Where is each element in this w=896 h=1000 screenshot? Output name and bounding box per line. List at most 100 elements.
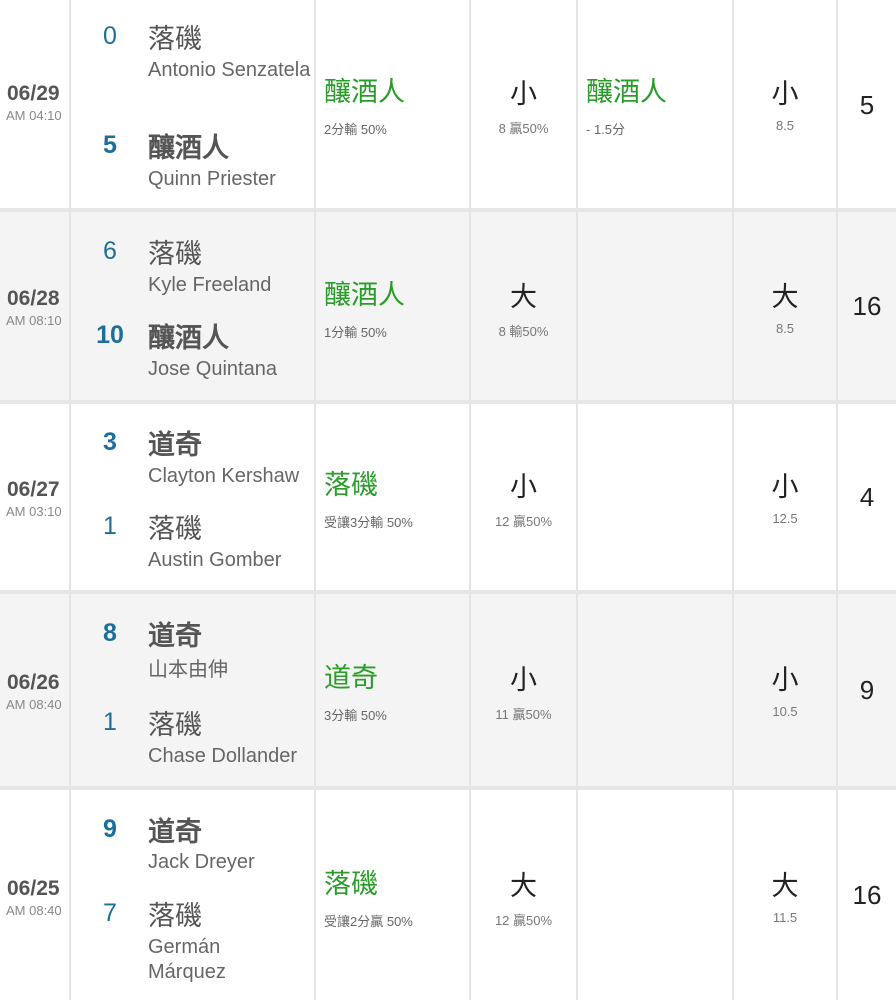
game-row[interactable]: 06/29 AM 04:10 0 落磯 Antonio Senzatela 5 …: [0, 0, 896, 212]
away-pitcher: Clayton Kershaw: [148, 465, 300, 487]
home-team-name: 落磯: [148, 710, 202, 740]
over-under-result: 小: [510, 79, 537, 109]
home-pitcher: Germán Márquez: [148, 936, 226, 983]
spread-pick: 釀酒人: [324, 77, 405, 107]
total-runs: 16: [852, 291, 882, 321]
away-team-name: 道奇: [148, 817, 202, 847]
over-under-cell: 小 11 贏50%: [471, 594, 578, 786]
game-date: 06/28: [7, 287, 60, 310]
away-team-name: 落磯: [148, 239, 202, 269]
home-score: 1: [103, 708, 117, 736]
over-under-cell: 小 12 贏50%: [471, 404, 578, 590]
away-pitcher: Antonio Senzatela: [148, 59, 311, 81]
over-under-line-result: 大: [771, 282, 799, 312]
over-under-detail: 11 贏50%: [495, 707, 552, 722]
over-under-line-cell: 大 11.5: [734, 790, 838, 1000]
spread-detail: 2分輸 50%: [324, 122, 387, 137]
spread-line-cell: [578, 212, 734, 400]
over-under-line-cell: 小 12.5: [734, 404, 838, 590]
away-score: 3: [103, 428, 117, 456]
game-date: 06/29: [7, 82, 60, 105]
away-team-name: 道奇: [148, 621, 202, 651]
teams-cell: 6 落磯 Kyle Freeland 10 釀酒人 Jose Quintana: [71, 212, 316, 400]
game-time: AM 08:10: [6, 313, 62, 328]
over-under-line-cell: 小 8.5: [734, 0, 838, 208]
date-cell: 06/27 AM 03:10: [0, 404, 71, 590]
total-runs: 4: [859, 482, 875, 512]
over-under-detail: 12 贏50%: [494, 514, 553, 529]
total-runs: 9: [859, 675, 875, 705]
spread-detail: 受讓3分輸 50%: [324, 515, 413, 530]
away-pitcher: Kyle Freeland: [148, 274, 272, 296]
spread-line-pick: 釀酒人: [586, 77, 667, 107]
spread-line-cell: [578, 790, 734, 1000]
over-under-line-result: 小: [771, 472, 799, 502]
over-under-line-cell: 小 10.5: [734, 594, 838, 786]
over-under-line: 11.5: [772, 910, 798, 925]
home-team-name: 落磯: [148, 514, 202, 544]
away-score: 8: [103, 619, 117, 647]
total-runs-cell: 16: [838, 790, 896, 1000]
teams-cell: 3 道奇 Clayton Kershaw 1 落磯 Austin Gomber: [71, 404, 316, 590]
game-time: AM 03:10: [6, 504, 62, 519]
game-date: 06/26: [7, 671, 60, 694]
total-runs-cell: 16: [838, 212, 896, 400]
date-cell: 06/28 AM 08:10: [0, 212, 71, 400]
total-runs-cell: 9: [838, 594, 896, 786]
spread-line-cell: 釀酒人 - 1.5分: [578, 0, 734, 208]
over-under-cell: 大 12 贏50%: [471, 790, 578, 1000]
spread-detail: 3分輸 50%: [324, 708, 387, 723]
spread-cell: 道奇 3分輸 50%: [316, 594, 471, 786]
away-team-name: 落磯: [148, 24, 202, 54]
teams-cell: 8 道奇 山本由伸 1 落磯 Chase Dollander: [71, 594, 316, 786]
away-pitcher: 山本由伸: [148, 659, 228, 681]
spread-line-detail: - 1.5分: [586, 122, 626, 137]
game-row[interactable]: 06/26 AM 08:40 8 道奇 山本由伸 1 落磯 Chase Doll…: [0, 594, 896, 790]
over-under-line-result: 小: [771, 79, 799, 109]
date-cell: 06/29 AM 04:10: [0, 0, 71, 208]
over-under-result: 大: [510, 871, 537, 901]
over-under-cell: 小 8 贏50%: [471, 0, 578, 208]
total-runs: 16: [852, 880, 882, 910]
game-date: 06/25: [7, 877, 60, 900]
spread-line-cell: [578, 404, 734, 590]
game-row[interactable]: 06/27 AM 03:10 3 道奇 Clayton Kershaw 1 落磯…: [0, 404, 896, 594]
home-team-name: 釀酒人: [148, 323, 229, 353]
away-score: 6: [103, 237, 117, 265]
home-team-name: 落磯: [148, 901, 202, 931]
home-pitcher: Quinn Priester: [148, 168, 276, 190]
spread-line-cell: [578, 594, 734, 786]
over-under-line: 8.5: [775, 321, 795, 336]
over-under-result: 大: [510, 282, 537, 312]
game-date: 06/27: [7, 478, 60, 501]
total-runs-cell: 4: [838, 404, 896, 590]
date-cell: 06/26 AM 08:40: [0, 594, 71, 786]
over-under-result: 小: [510, 472, 537, 502]
game-row[interactable]: 06/25 AM 08:40 9 道奇 Jack Dreyer 7 落磯 Ger…: [0, 790, 896, 1000]
over-under-result: 小: [510, 665, 537, 695]
game-row[interactable]: 06/28 AM 08:10 6 落磯 Kyle Freeland 10 釀酒人…: [0, 212, 896, 404]
game-results-table: 06/29 AM 04:10 0 落磯 Antonio Senzatela 5 …: [0, 0, 896, 1000]
away-team-name: 道奇: [148, 430, 202, 460]
over-under-line-result: 大: [771, 871, 799, 901]
over-under-line-cell: 大 8.5: [734, 212, 838, 400]
home-score: 10: [96, 321, 124, 349]
over-under-cell: 大 8 輸50%: [471, 212, 578, 400]
home-pitcher: Jose Quintana: [148, 358, 277, 380]
away-score: 0: [103, 22, 117, 50]
home-pitcher: Austin Gomber: [148, 549, 282, 571]
over-under-detail: 8 輸50%: [498, 324, 549, 339]
total-runs-cell: 5: [838, 0, 896, 208]
date-cell: 06/25 AM 08:40: [0, 790, 71, 1000]
away-pitcher: Jack Dreyer: [148, 851, 255, 873]
home-score: 1: [103, 512, 117, 540]
spread-detail: 1分輸 50%: [324, 325, 387, 340]
over-under-line: 10.5: [772, 704, 798, 719]
spread-pick: 落磯: [324, 470, 378, 500]
game-time: AM 08:40: [6, 697, 62, 712]
spread-cell: 釀酒人 2分輸 50%: [316, 0, 471, 208]
game-time: AM 08:40: [6, 903, 62, 918]
spread-detail: 受讓2分贏 50%: [324, 914, 413, 929]
spread-cell: 釀酒人 1分輸 50%: [316, 212, 471, 400]
spread-cell: 落磯 受讓2分贏 50%: [316, 790, 471, 1000]
